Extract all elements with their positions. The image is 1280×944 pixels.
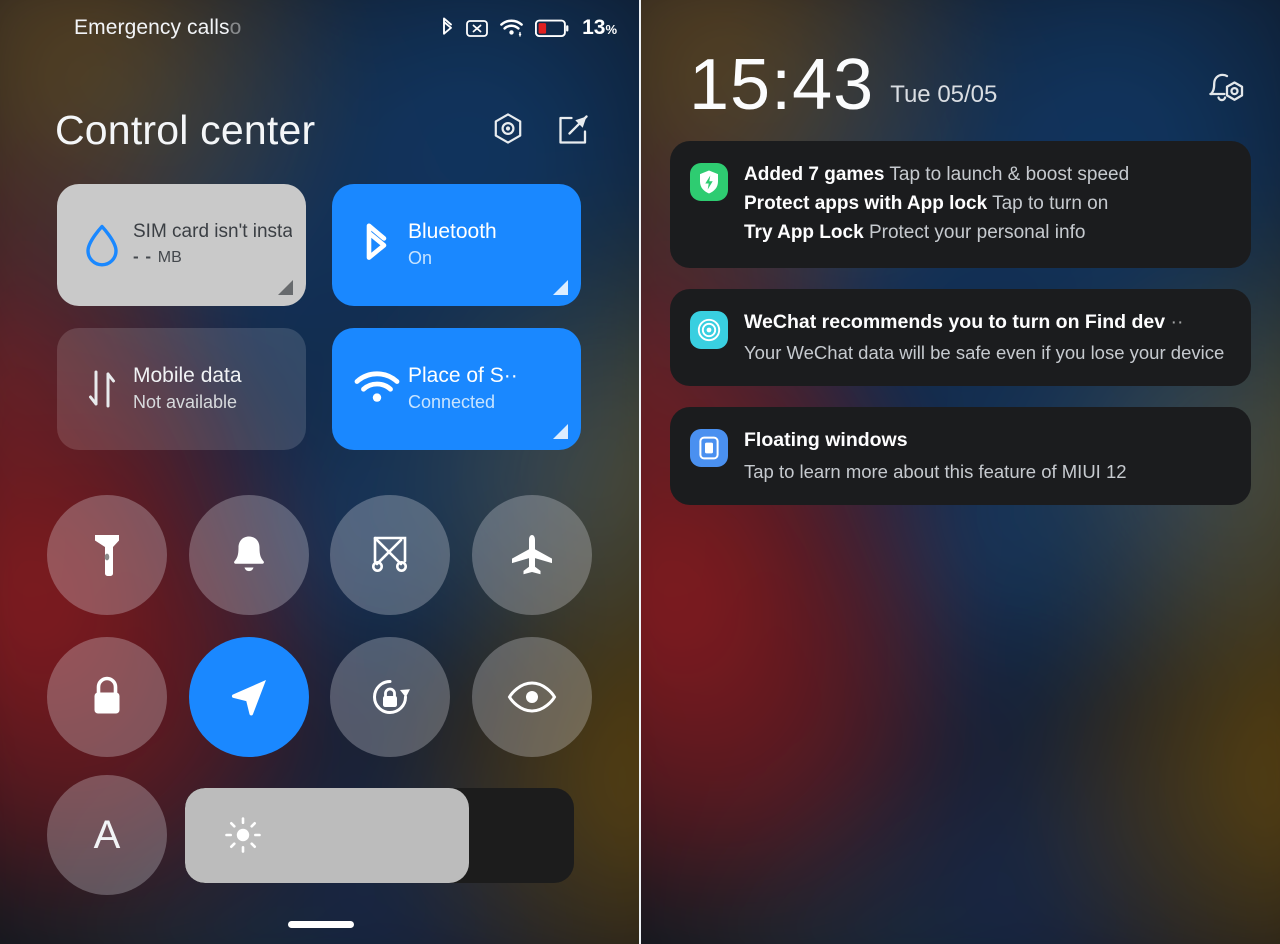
notification-line: Try App Lock Protect your personal info [744, 221, 1086, 243]
security-notification-body: Added 7 games Tap to launch & boost spee… [744, 161, 1233, 248]
wifi-icon [350, 370, 404, 408]
status-bar: Emergency callso 13% [0, 0, 639, 56]
notification-shade-panel: 15:43 Tue 05/05 Added 7 games Tap to lau… [641, 0, 1280, 944]
bluetooth-tile-subtitle: On [408, 248, 433, 269]
panel-divider [639, 0, 641, 944]
battery-percentage: 13% [582, 16, 617, 39]
brightness-row: A [47, 775, 592, 895]
notification-line: Protect apps with App lock Tap to turn o… [744, 192, 1109, 214]
mobile-data-tile[interactable]: Mobile data Not available [57, 328, 306, 450]
lockscreen-clock: 15:43 Tue 05/05 [641, 28, 1280, 125]
screenshot-toggle[interactable] [330, 495, 451, 615]
clock-time: 15:43 [689, 44, 875, 125]
tile-row-2: Mobile data Not available Place of S·· C… [57, 328, 582, 450]
bell-gear-icon[interactable] [1202, 68, 1246, 108]
status-bar-icons: 13% [440, 16, 617, 40]
sun-icon [223, 815, 263, 855]
flashlight-icon [90, 531, 124, 579]
lock-icon [88, 674, 126, 720]
expand-corner-icon[interactable] [553, 424, 568, 439]
notification-list: Added 7 games Tap to launch & boost spee… [670, 141, 1251, 526]
notification-text: Your WeChat data will be safe even if yo… [744, 341, 1225, 363]
control-center-header: Control center [0, 95, 639, 165]
battery-low-icon [535, 19, 569, 38]
header-actions [489, 111, 591, 149]
bluetooth-icon [440, 17, 455, 39]
water-drop-icon [75, 222, 129, 268]
bluetooth-tile[interactable]: Bluetooth On [332, 184, 581, 306]
mobile-data-icon [75, 366, 129, 412]
tile-row-1: SIM card isn't instal·· - - MB Bluetooth… [57, 184, 582, 306]
expand-corner-icon[interactable] [553, 280, 568, 295]
brightness-slider[interactable] [185, 787, 574, 883]
notification-title: Floating windows [744, 429, 908, 452]
shield-bolt-icon [690, 163, 728, 201]
bluetooth-icon [350, 221, 404, 269]
sim-card-tile-subtitle: - - MB [133, 247, 182, 267]
sim-card-tile[interactable]: SIM card isn't instal·· - - MB [57, 184, 306, 306]
notification-title: WeChat recommends you to turn on Find de… [744, 310, 1184, 333]
target-rings-icon [690, 310, 728, 349]
wifi-tile-subtitle: Connected [408, 392, 496, 413]
page-title: Control center [55, 106, 316, 153]
wifi-tile-text: Place of S·· Connected [404, 364, 567, 415]
location-toggle[interactable] [188, 637, 309, 757]
reading-mode-toggle[interactable] [471, 637, 592, 757]
floating-windows-notification-body: Floating windows Tap to learn more about… [744, 427, 1233, 485]
rotation-lock-icon [367, 674, 413, 720]
bluetooth-tile-text: Bluetooth On [404, 220, 567, 271]
flashlight-toggle[interactable] [47, 495, 167, 615]
quick-settings-tiles: SIM card isn't instal·· - - MB Bluetooth… [57, 184, 582, 472]
edit-pencil-icon[interactable] [555, 112, 591, 148]
home-indicator[interactable] [288, 921, 354, 928]
auto-brightness-toggle[interactable]: A [47, 775, 167, 895]
location-arrow-icon [226, 674, 272, 720]
wifi-tile-title: Place of S·· [408, 363, 518, 387]
mobile-data-tile-title: Mobile data [133, 363, 242, 387]
toggle-row-2 [47, 637, 592, 757]
lock-screen-toggle[interactable] [47, 637, 167, 757]
clock-date: Tue 05/05 [890, 81, 998, 108]
bluetooth-tile-title: Bluetooth [408, 219, 497, 243]
mobile-data-tile-subtitle: Not available [133, 392, 238, 413]
airplane-mode-toggle[interactable] [471, 495, 592, 615]
bell-icon [229, 533, 269, 577]
floating-windows-notification[interactable]: Floating windows Tap to learn more about… [670, 407, 1251, 506]
find-device-notification-body: WeChat recommends you to turn on Find de… [744, 309, 1233, 367]
airplane-icon [509, 533, 555, 577]
wifi-tile[interactable]: Place of S·· Connected [332, 328, 581, 450]
floating-window-icon [690, 429, 728, 468]
mobile-data-tile-text: Mobile data Not available [129, 364, 292, 415]
notification-text: Tap to learn more about this feature of … [744, 460, 1127, 482]
security-notification[interactable]: Added 7 games Tap to launch & boost spee… [670, 141, 1251, 268]
expand-corner-icon[interactable] [278, 280, 293, 295]
auto-rotate-toggle[interactable] [330, 637, 451, 757]
control-center-panel: Emergency callso 13% Control center SIM … [0, 0, 639, 944]
wifi-icon [499, 18, 524, 38]
screenshot-icon [368, 533, 412, 577]
sim-card-tile-text: SIM card isn't instal·· - - MB [129, 221, 292, 269]
find-device-notification[interactable]: WeChat recommends you to turn on Find de… [670, 288, 1251, 387]
no-sim-icon [466, 19, 488, 38]
eye-icon [507, 679, 557, 715]
toggle-grid [47, 495, 592, 779]
hex-gear-icon[interactable] [489, 111, 527, 149]
status-bar-carrier: Emergency callso [74, 16, 241, 40]
toggle-row-1 [47, 495, 592, 615]
screen-root: Emergency callso 13% Control center SIM … [0, 0, 1280, 944]
carrier-truncation: o [229, 16, 242, 39]
carrier-text: Emergency calls [74, 16, 230, 39]
auto-brightness-label: A [93, 813, 121, 857]
sim-card-tile-title: SIM card isn't instal·· [133, 220, 292, 242]
notification-line: Added 7 games Tap to launch & boost spee… [744, 164, 1130, 185]
silent-mode-toggle[interactable] [188, 495, 309, 615]
